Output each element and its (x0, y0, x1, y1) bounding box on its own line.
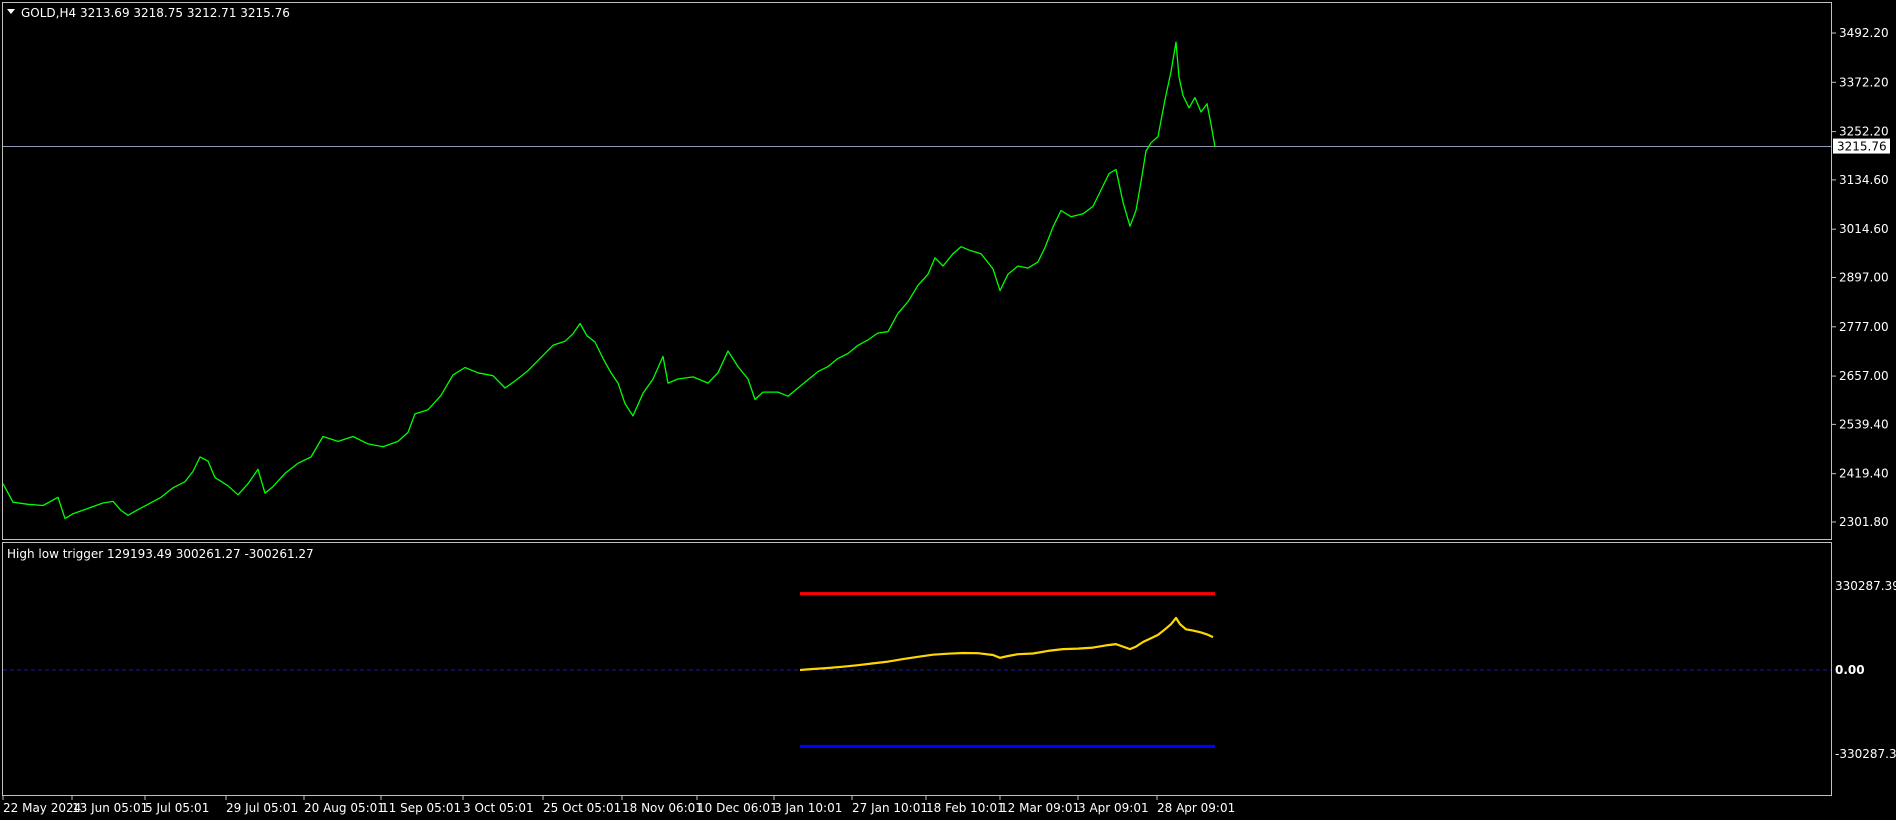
main-y-tick-label: 2657.00 (1839, 369, 1889, 383)
indicator-y-tick-label: 0.00 (1835, 663, 1865, 677)
main-y-tick-label: 2539.40 (1839, 417, 1889, 431)
x-tick-label: 3 Jan 10:01 (774, 801, 842, 815)
x-tick-label: 11 Sep 05:01 (381, 801, 461, 815)
x-tick-label: 22 May 2024 (3, 801, 81, 815)
main-y-tick-label: 3134.60 (1839, 173, 1889, 187)
chart-canvas: 3492.20 3372.20 3252.20 3134.60 3014.60 2897.… (0, 0, 1896, 820)
x-tick-label: 18 Feb 10:01 (926, 801, 1005, 815)
main-header-text: GOLD,H4 3213.69 3218.75 3212.71 3215.76 (21, 6, 290, 20)
x-tick-label: 20 Aug 05:01 (304, 801, 385, 815)
indicator-y-tick-label: -330287.39 (1835, 747, 1896, 761)
main-y-tick-label: 2897.00 (1839, 271, 1889, 285)
current-price-label: 3215.76 (1837, 140, 1887, 154)
x-tick-label: 5 Jul 05:01 (145, 801, 209, 815)
main-y-tick-label: 3372.20 (1839, 75, 1889, 89)
main-y-tick-label: 2777.00 (1839, 320, 1889, 334)
main-y-tick-label: 3014.60 (1839, 222, 1889, 236)
x-tick-label: 3 Apr 09:01 (1078, 801, 1149, 815)
x-tick-label: 27 Jan 10:01 (852, 801, 928, 815)
x-tick-label: 18 Nov 06:01 (622, 801, 703, 815)
x-tick-label: 12 Mar 09:01 (1000, 801, 1080, 815)
x-tick-label: 29 Jul 05:01 (226, 801, 298, 815)
x-tick-label: 3 Oct 05:01 (463, 801, 534, 815)
main-y-tick-label: 3492.20 (1839, 26, 1889, 40)
x-tick-label: 25 Oct 05:01 (543, 801, 621, 815)
main-y-tick-label: 3252.20 (1839, 125, 1889, 139)
main-header: GOLD,H4 3213.69 3218.75 3212.71 3215.76 (7, 6, 290, 20)
x-tick-label: 28 Apr 09:01 (1157, 801, 1235, 815)
x-tick-label: 13 Jun 05:01 (72, 801, 148, 815)
main-y-tick-label: 2301.80 (1839, 515, 1889, 529)
chart-background (0, 0, 1896, 820)
main-y-tick-label: 2419.40 (1839, 467, 1889, 481)
indicator-header-text: High low trigger 129193.49 300261.27 -30… (7, 547, 314, 561)
indicator-y-tick-label: 330287.39 (1835, 579, 1896, 593)
x-tick-label: 10 Dec 06:01 (697, 801, 778, 815)
